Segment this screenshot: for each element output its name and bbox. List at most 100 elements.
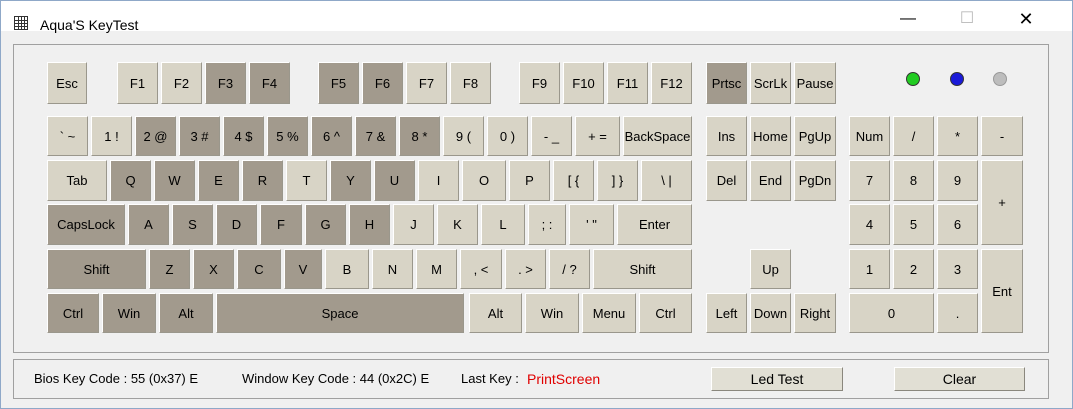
key-prtsc[interactable]: Prtsc bbox=[706, 62, 747, 104]
key-left-win[interactable]: Win bbox=[102, 293, 156, 333]
key-numpad-enter[interactable]: Ent bbox=[981, 249, 1023, 333]
key-right-win[interactable]: Win bbox=[525, 293, 579, 333]
key-numpad-2[interactable]: 2 bbox=[893, 249, 934, 289]
key-lbracket[interactable]: [ { bbox=[553, 160, 594, 201]
key-f5[interactable]: F5 bbox=[318, 62, 359, 104]
key-j[interactable]: J bbox=[393, 204, 434, 245]
key-5[interactable]: 5 % bbox=[267, 116, 308, 156]
key-m[interactable]: M bbox=[416, 249, 457, 289]
key-2[interactable]: 2 @ bbox=[135, 116, 176, 156]
key-right-ctrl[interactable]: Ctrl bbox=[639, 293, 692, 333]
key-right-alt[interactable]: Alt bbox=[469, 293, 522, 333]
key-6[interactable]: 6 ^ bbox=[311, 116, 352, 156]
key-ins[interactable]: Ins bbox=[706, 116, 747, 156]
key-backtick[interactable]: ` ~ bbox=[47, 116, 88, 156]
key-0[interactable]: 0 ) bbox=[487, 116, 528, 156]
key-f3[interactable]: F3 bbox=[205, 62, 246, 104]
key-left-shift[interactable]: Shift bbox=[47, 249, 146, 289]
key-pause[interactable]: Pause bbox=[794, 62, 836, 104]
key-o[interactable]: O bbox=[462, 160, 506, 201]
key-capslock[interactable]: CapsLock bbox=[47, 204, 125, 245]
key-f8[interactable]: F8 bbox=[450, 62, 491, 104]
key-period[interactable]: . > bbox=[505, 249, 546, 289]
key-y[interactable]: Y bbox=[330, 160, 371, 201]
key-up[interactable]: Up bbox=[750, 249, 791, 289]
key-8[interactable]: 8 * bbox=[399, 116, 440, 156]
key-c[interactable]: C bbox=[237, 249, 281, 289]
key-backslash[interactable]: \ | bbox=[641, 160, 692, 201]
key-end[interactable]: End bbox=[750, 160, 791, 201]
key-numpad-6[interactable]: 6 bbox=[937, 204, 978, 245]
key-backspace[interactable]: BackSpace bbox=[623, 116, 692, 156]
key-t[interactable]: T bbox=[286, 160, 327, 201]
key-right[interactable]: Right bbox=[794, 293, 836, 333]
key-left-ctrl[interactable]: Ctrl bbox=[47, 293, 99, 333]
key-semicolon[interactable]: ; : bbox=[528, 204, 566, 245]
key-numpad-0[interactable]: 0 bbox=[849, 293, 934, 333]
led-test-button[interactable]: Led Test bbox=[711, 367, 843, 391]
key-tab[interactable]: Tab bbox=[47, 160, 107, 201]
key-n[interactable]: N bbox=[372, 249, 413, 289]
key-numpad-5[interactable]: 5 bbox=[893, 204, 934, 245]
key-w[interactable]: W bbox=[154, 160, 195, 201]
key-pgdn[interactable]: PgDn bbox=[794, 160, 836, 201]
key-f7[interactable]: F7 bbox=[406, 62, 447, 104]
key-e[interactable]: E bbox=[198, 160, 239, 201]
key-down[interactable]: Down bbox=[750, 293, 791, 333]
key-f9[interactable]: F9 bbox=[519, 62, 560, 104]
key-f6[interactable]: F6 bbox=[362, 62, 403, 104]
key-menu[interactable]: Menu bbox=[582, 293, 636, 333]
key-numpad-4[interactable]: 4 bbox=[849, 204, 890, 245]
key-u[interactable]: U bbox=[374, 160, 415, 201]
key-slash[interactable]: / ? bbox=[549, 249, 590, 289]
key-numpad-divide[interactable]: / bbox=[893, 116, 934, 156]
key-numpad-9[interactable]: 9 bbox=[937, 160, 978, 201]
key-equal[interactable]: + = bbox=[575, 116, 620, 156]
key-r[interactable]: R bbox=[242, 160, 283, 201]
key-space[interactable]: Space bbox=[216, 293, 464, 333]
key-f2[interactable]: F2 bbox=[161, 62, 202, 104]
key-left[interactable]: Left bbox=[706, 293, 747, 333]
key-numpad-3[interactable]: 3 bbox=[937, 249, 978, 289]
key-rbracket[interactable]: ] } bbox=[597, 160, 638, 201]
key-comma[interactable]: , < bbox=[460, 249, 502, 289]
key-pgup[interactable]: PgUp bbox=[794, 116, 836, 156]
key-right-shift[interactable]: Shift bbox=[593, 249, 692, 289]
key-esc[interactable]: Esc bbox=[47, 62, 87, 104]
key-numpad-1[interactable]: 1 bbox=[849, 249, 890, 289]
key-numpad-7[interactable]: 7 bbox=[849, 160, 890, 201]
key-numpad-add[interactable]: + bbox=[981, 160, 1023, 245]
key-enter[interactable]: Enter bbox=[617, 204, 692, 245]
key-f10[interactable]: F10 bbox=[563, 62, 604, 104]
key-scrlk[interactable]: ScrLk bbox=[750, 62, 791, 104]
key-a[interactable]: A bbox=[128, 204, 169, 245]
key-v[interactable]: V bbox=[284, 249, 322, 289]
key-h[interactable]: H bbox=[349, 204, 390, 245]
key-del[interactable]: Del bbox=[706, 160, 747, 201]
key-f11[interactable]: F11 bbox=[607, 62, 648, 104]
key-1[interactable]: 1 ! bbox=[91, 116, 132, 156]
key-s[interactable]: S bbox=[172, 204, 213, 245]
minimize-button[interactable]: — bbox=[885, 7, 931, 31]
key-i[interactable]: I bbox=[418, 160, 459, 201]
key-g[interactable]: G bbox=[305, 204, 346, 245]
key-k[interactable]: K bbox=[437, 204, 478, 245]
key-numpad-decimal[interactable]: . bbox=[937, 293, 978, 333]
key-x[interactable]: X bbox=[193, 249, 234, 289]
key-l[interactable]: L bbox=[481, 204, 525, 245]
clear-button[interactable]: Clear bbox=[894, 367, 1025, 391]
key-f12[interactable]: F12 bbox=[651, 62, 692, 104]
key-minus[interactable]: - _ bbox=[531, 116, 572, 156]
key-3[interactable]: 3 # bbox=[179, 116, 220, 156]
key-f[interactable]: F bbox=[260, 204, 302, 245]
key-left-alt[interactable]: Alt bbox=[159, 293, 213, 333]
key-numpad-subtract[interactable]: - bbox=[981, 116, 1023, 156]
key-quote[interactable]: ' " bbox=[569, 204, 614, 245]
key-z[interactable]: Z bbox=[149, 249, 190, 289]
key-numpad-8[interactable]: 8 bbox=[893, 160, 934, 201]
key-numlock[interactable]: Num bbox=[849, 116, 890, 156]
key-4[interactable]: 4 $ bbox=[223, 116, 264, 156]
key-f1[interactable]: F1 bbox=[117, 62, 158, 104]
key-home[interactable]: Home bbox=[750, 116, 791, 156]
key-b[interactable]: B bbox=[325, 249, 369, 289]
